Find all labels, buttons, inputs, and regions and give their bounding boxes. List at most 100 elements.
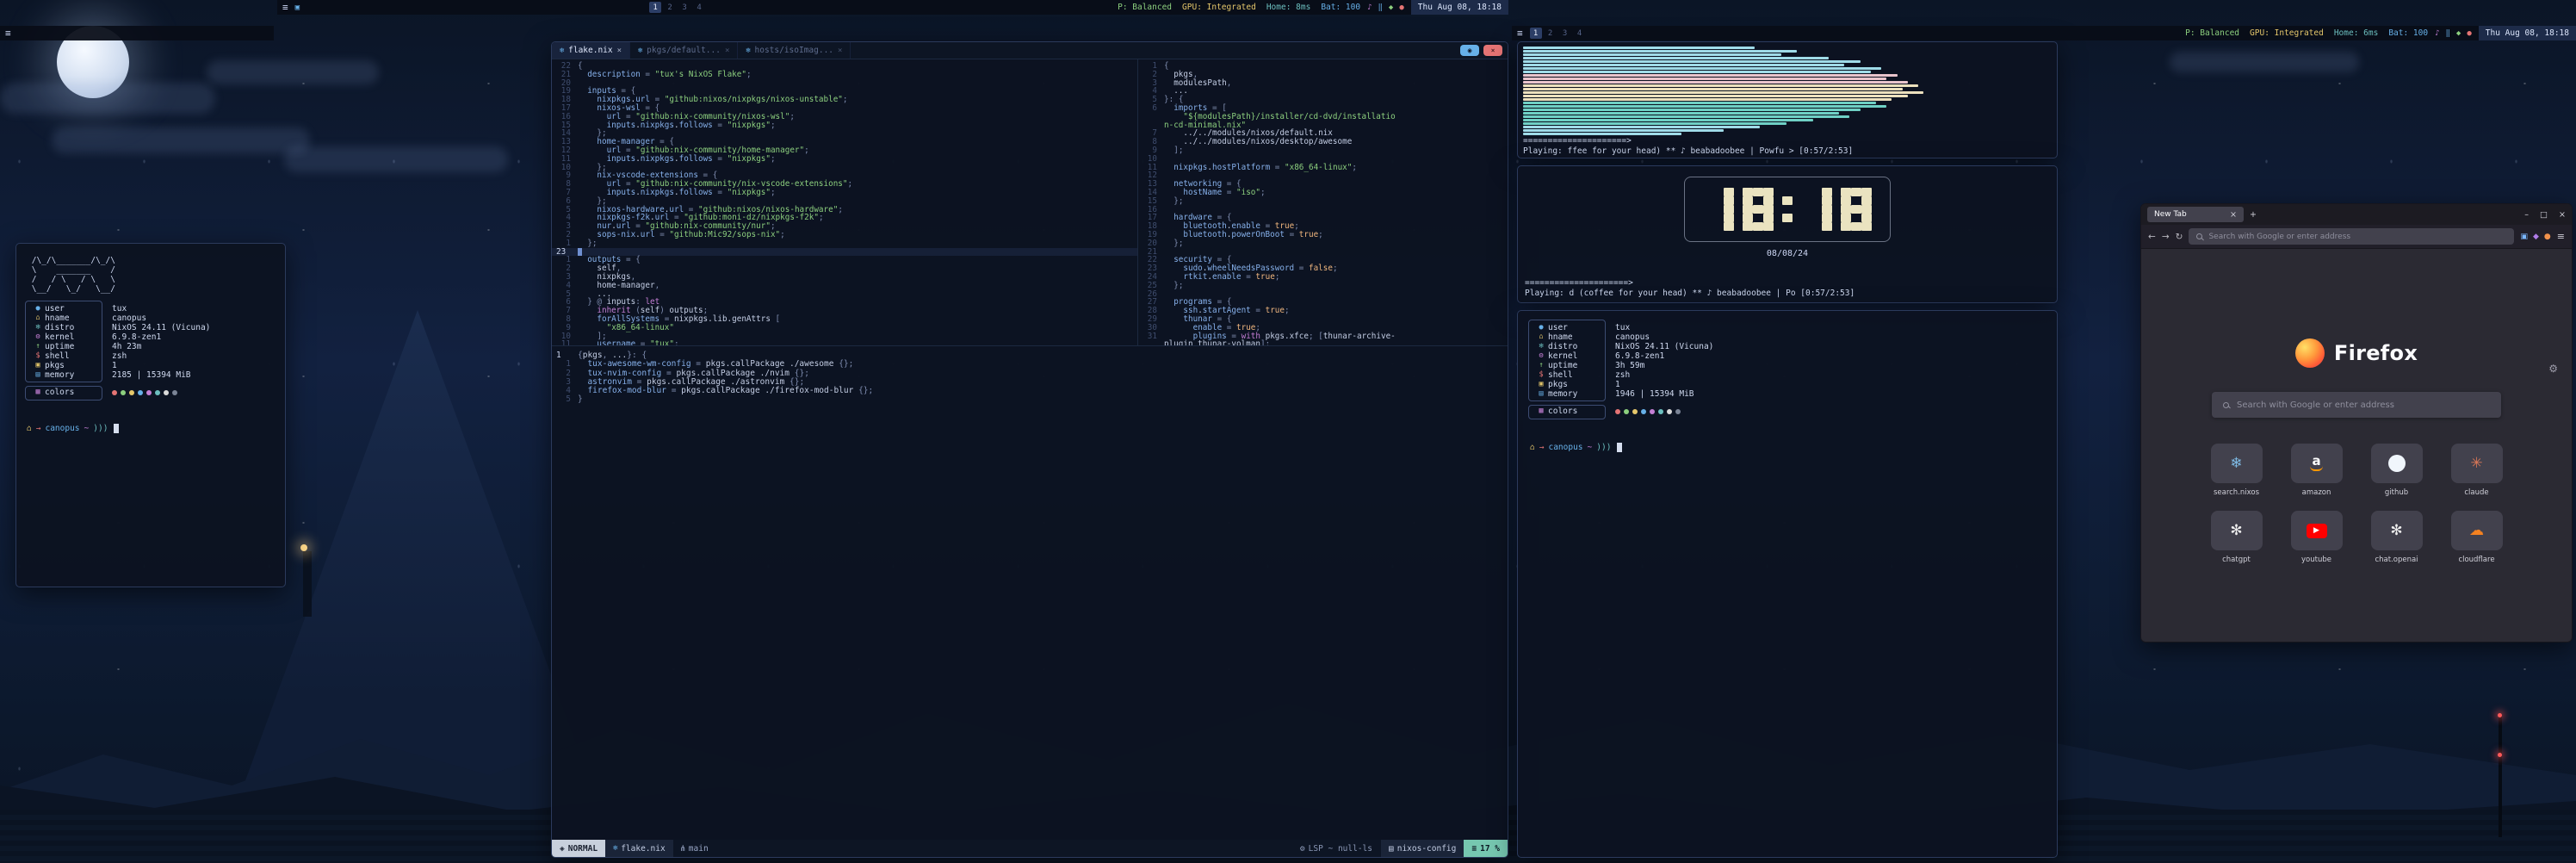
clock-cell [1782,188,1793,196]
editor-pane-pkgs[interactable]: 1{pkgs, ...}: {1 tux-awesome-wm-config =… [552,346,1508,840]
menu-icon[interactable]: ≡ [5,28,11,38]
tag-3[interactable]: 3 [678,2,690,13]
pause-icon[interactable]: ‖ [1378,3,1383,12]
tab-close-icon[interactable]: × [725,47,729,55]
clock-widget[interactable]: Thu Aug 08, 18:18 [2479,26,2576,40]
shell-prompt[interactable]: ⌂ → canopus ~ ))) [1530,443,2045,452]
forward-button[interactable]: → [2162,232,2170,242]
record-icon[interactable]: ● [2467,29,2471,38]
menu-icon[interactable]: ≡ [282,3,288,12]
shortcut-cloudflare[interactable]: ☁cloudflare [2443,511,2511,564]
tab-close-icon[interactable]: × [2230,210,2237,220]
music-icon[interactable]: ♪ [2435,29,2439,38]
tag-1[interactable]: 1 [1530,28,1542,39]
minimize-button[interactable]: – [2524,210,2529,220]
line-number: 2 [552,231,578,239]
code-line: 20 }; [1138,239,1508,248]
record-icon[interactable]: ● [1399,3,1403,12]
maximize-button[interactable]: □ [2540,210,2548,220]
fetch-label: memory [45,370,100,380]
menu-icon[interactable]: ≡ [1517,28,1523,38]
fetch-row: ⚙kernel6.9.8-zen1 [31,332,275,342]
code-line: 1 }; [552,239,1137,248]
bufferline-actions: ◉ × [1460,42,1508,59]
tag-3[interactable]: 3 [1559,28,1571,39]
fetch-label: distro [1548,342,1603,351]
launcher-icon[interactable]: ▣ [295,3,300,12]
shortcut-search.nixos[interactable]: ❄search.nixos [2202,444,2270,497]
line-number: 11 [552,340,578,345]
back-button[interactable]: ← [2148,232,2156,242]
shortcut-grid: ❄search.nixosaamazongithub✳claude ✻chatgp… [2202,444,2511,564]
address-bar[interactable]: Search with Google or enter address [2189,228,2514,245]
close-button[interactable]: × [2559,210,2566,220]
clock-widget[interactable]: Thu Aug 08, 18:18 [1411,0,1508,15]
editor-pane-flake[interactable]: 22{21 description = "tux's NixOS Flake";… [552,59,1138,345]
shortcut-chat.openai[interactable]: ✻chat.openai [2362,511,2430,564]
clock-cell [1801,214,1811,222]
reload-button[interactable]: ↻ [2176,232,2183,242]
line-number: 5 [1138,96,1164,104]
line-number: 2 [552,369,578,378]
mode-label: NORMAL [568,844,598,854]
clock-cell [1743,214,1753,222]
github-icon [2388,455,2406,472]
terminal-window-left: /\_/\_______/\_/\ \ _______ / / / \ / \ … [15,243,286,587]
tab-flake.nix[interactable]: ❄flake.nix× [552,42,630,59]
nix-file-icon: ❄ [560,47,564,55]
shortcut-github[interactable]: github [2362,444,2430,497]
extension-purple-icon[interactable]: ◆ [2533,233,2539,241]
tab-close-icon[interactable]: × [617,47,622,55]
cava-visualizer-window: =====================> Playing: ffee for… [1517,41,2058,158]
tab-hosts/isoImag...[interactable]: ❄hosts/isoImag...× [738,42,851,59]
shortcut-label: amazon [2302,488,2331,497]
clock-cell [1811,188,1822,196]
newtab-search-input[interactable]: Search with Google or enter address [2212,392,2501,418]
line-number: 23 [552,248,578,257]
shortcut-claude[interactable]: ✳claude [2443,444,2511,497]
tab-close-icon[interactable]: × [838,47,842,55]
shell-prompt[interactable]: ⌂ → canopus ~ ))) [27,424,275,433]
editor-pane-iso[interactable]: 1{2 pkgs,3 modulesPath,4 ...5}: {6 impor… [1138,59,1508,345]
clock-cell [1801,222,1811,231]
shortcut-amazon[interactable]: aamazon [2282,444,2350,497]
cava-bar [1523,129,1724,132]
tag-4[interactable]: 4 [693,2,705,13]
notify-icon[interactable]: ◆ [1389,3,1393,12]
firefox-tabbar: New Tab × + – □ × [2141,204,2572,225]
color-dot [112,390,117,395]
settings-gear-icon[interactable]: ⚙ [2548,363,2558,375]
line-number: 1 [552,256,578,264]
clock-digit [1841,188,1872,231]
clock-cell [1753,205,1763,214]
tag-4[interactable]: 4 [1574,28,1586,39]
new-tab-button[interactable]: + [2250,210,2257,220]
extension-blue-icon[interactable]: ▣ [2520,233,2528,241]
buffer-close-button[interactable]: × [1483,45,1502,56]
color-dot [164,390,169,395]
cava-bar [1523,112,1839,115]
tag-2[interactable]: 2 [1545,28,1557,39]
shortcut-youtube[interactable]: ▶youtube [2282,511,2350,564]
pause-icon[interactable]: ‖ [2446,29,2450,38]
systray: ♪ ‖ ◆ ● [2435,29,2472,38]
shortcut-chatgpt[interactable]: ✻chatgpt [2202,511,2270,564]
fetch-row: ⌂hnamecanopus [31,314,275,323]
line-number: 3 [552,378,578,387]
buffer-indicator-button[interactable]: ◉ [1460,45,1479,56]
fetch-row: ↑uptime4h 23m [31,342,275,351]
notify-icon[interactable]: ◆ [2456,29,2461,38]
tag-1[interactable]: 1 [649,2,661,13]
code-line: 9 "x86_64-linux" [552,324,1137,332]
tab-pkgs/default...[interactable]: ❄pkgs/default...× [630,42,738,59]
status-p: P: Balanced [1118,3,1172,12]
tag-2[interactable]: 2 [664,2,676,13]
extension-orange-icon[interactable]: ● [2544,233,2551,241]
extension-icons: ▣ ◆ ● [2520,233,2550,241]
hamburger-menu-icon[interactable]: ≡ [2557,231,2565,242]
color-dot [1658,409,1663,414]
music-icon[interactable]: ♪ [1367,3,1372,12]
browser-tab[interactable]: New Tab × [2147,207,2244,222]
fetch-label: distro [45,323,100,332]
fetch-value: tux [112,304,127,314]
